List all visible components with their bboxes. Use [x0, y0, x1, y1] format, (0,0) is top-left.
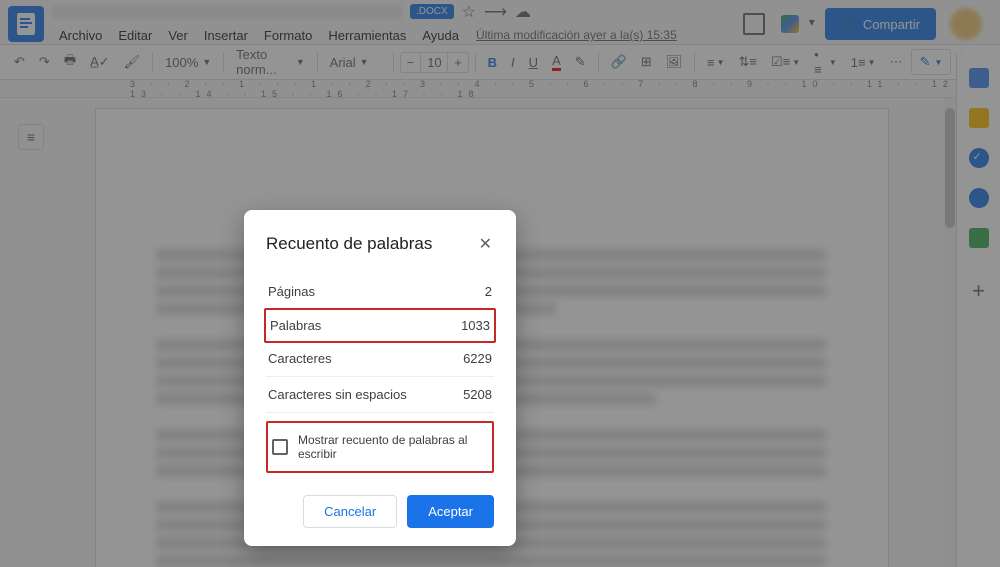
cancel-button[interactable]: Cancelar — [303, 495, 397, 528]
stat-value: 2 — [485, 284, 492, 299]
checkbox[interactable] — [272, 439, 288, 455]
stat-label: Caracteres sin espacios — [268, 387, 407, 402]
dialog-title: Recuento de palabras — [266, 234, 432, 254]
stat-label: Páginas — [268, 284, 315, 299]
stat-words: Palabras 1033 — [264, 308, 496, 343]
stat-pages: Páginas 2 — [266, 274, 494, 310]
checkbox-label: Mostrar recuento de palabras al escribir — [298, 433, 488, 461]
ok-button[interactable]: Aceptar — [407, 495, 494, 528]
stat-label: Caracteres — [268, 351, 332, 366]
close-icon[interactable]: ✕ — [477, 232, 494, 256]
stat-value: 5208 — [463, 387, 492, 402]
stat-value: 6229 — [463, 351, 492, 366]
stat-characters-no-spaces: Caracteres sin espacios 5208 — [266, 377, 494, 413]
stat-label: Palabras — [270, 318, 321, 333]
word-count-dialog: Recuento de palabras ✕ Páginas 2 Palabra… — [244, 210, 516, 546]
modal-overlay: Recuento de palabras ✕ Páginas 2 Palabra… — [0, 0, 1000, 567]
show-while-typing-row[interactable]: Mostrar recuento de palabras al escribir — [266, 421, 494, 473]
stat-value: 1033 — [461, 318, 490, 333]
stat-characters: Caracteres 6229 — [266, 341, 494, 377]
